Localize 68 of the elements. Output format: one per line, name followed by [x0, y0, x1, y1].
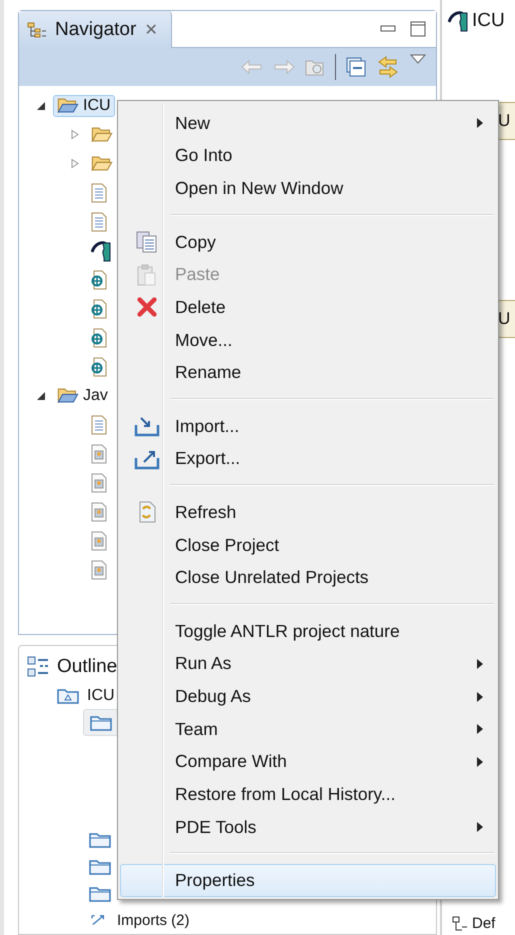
folder-outline-icon	[90, 714, 112, 730]
menu-item[interactable]: Import...	[120, 410, 496, 443]
menu-item[interactable]: Properties	[120, 864, 496, 897]
menu-item[interactable]: Delete	[120, 291, 496, 324]
expanded-arrow-icon[interactable]	[37, 392, 45, 400]
open-folder-icon	[57, 98, 79, 113]
menu-item[interactable]: Export...	[120, 442, 496, 476]
menu-item[interactable]: Run As	[120, 648, 496, 680]
tab-title: Navigator	[55, 18, 136, 40]
import-tray-icon	[134, 415, 160, 438]
menu-item[interactable]: Move...	[120, 324, 496, 356]
menu-item[interactable]: Team	[120, 712, 496, 746]
bird-logo-icon	[448, 10, 468, 32]
tab-title[interactable]: Outline	[57, 656, 118, 678]
bird-logo-icon	[91, 240, 111, 262]
text-file-icon	[91, 414, 107, 434]
editor-title: ICU	[472, 10, 505, 32]
navigator-tab[interactable]: Navigator ✕	[19, 11, 172, 48]
copy-icon	[135, 230, 159, 254]
menu-item[interactable]: Debug As	[120, 680, 496, 713]
collapse-all-icon[interactable]	[346, 57, 366, 77]
folder-outline-icon	[89, 886, 111, 902]
editor-text: U	[498, 111, 510, 131]
image-file-icon	[91, 444, 107, 464]
collapsed-arrow-icon[interactable]	[71, 158, 79, 169]
maximize-icon[interactable]	[410, 21, 426, 37]
menu-item[interactable]: Go Into	[120, 140, 496, 172]
editor-text: U	[498, 309, 510, 329]
menu-item[interactable]: New	[120, 107, 496, 140]
source-file-icon	[91, 298, 107, 318]
menu-item[interactable]: Rename	[120, 356, 496, 389]
outline-item[interactable]: Imports (2)	[117, 912, 190, 929]
text-file-icon	[91, 182, 107, 202]
image-file-icon	[91, 560, 107, 580]
menu-item[interactable]: Close Project	[120, 528, 496, 562]
menu-item[interactable]: Restore from Local History...	[120, 778, 496, 811]
menu-item[interactable]: Close Unrelated Projects	[120, 561, 496, 594]
folder-outline-icon	[57, 688, 79, 704]
outline-icon	[27, 656, 49, 678]
navigator-icon	[27, 22, 47, 38]
tree-item[interactable]: Jav	[83, 386, 108, 404]
menu-item[interactable]: Open in New Window	[120, 172, 496, 205]
folder-outline-icon	[89, 858, 111, 874]
close-button[interactable]: ✕	[144, 20, 158, 40]
folder-outline-icon	[89, 832, 111, 848]
outline-item[interactable]: ICU	[87, 686, 115, 704]
minimize-icon[interactable]	[380, 25, 396, 33]
image-file-icon	[91, 502, 107, 522]
tree-node-icon	[452, 916, 468, 932]
view-menu-icon[interactable]	[410, 54, 426, 64]
expanded-arrow-icon[interactable]	[37, 102, 45, 110]
delete-icon	[136, 296, 158, 318]
open-folder-icon	[57, 388, 79, 403]
source-file-icon	[91, 328, 107, 348]
text-file-icon	[91, 212, 107, 232]
editor-label: Def	[472, 915, 496, 932]
menu-item[interactable]: PDE Tools	[120, 810, 496, 844]
menu-item[interactable]: Copy	[120, 226, 496, 258]
menu-item[interactable]: Refresh	[120, 496, 496, 529]
folder-icon	[91, 127, 113, 142]
folder-icon	[91, 156, 113, 171]
menu-item[interactable]: Compare With	[120, 746, 496, 778]
menu-item[interactable]: Toggle ANTLR project nature	[120, 615, 496, 648]
source-file-icon	[91, 356, 107, 376]
collapsed-arrow-icon[interactable]	[71, 129, 79, 140]
source-file-icon	[91, 270, 107, 290]
image-file-icon	[91, 530, 107, 550]
image-file-icon	[91, 472, 107, 492]
